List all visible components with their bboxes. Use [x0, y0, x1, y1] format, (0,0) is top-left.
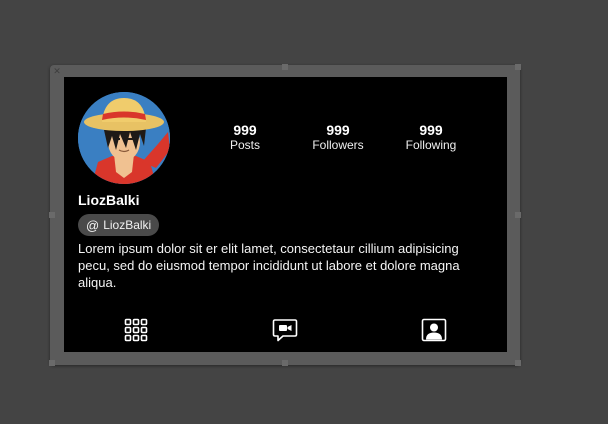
tagged-user-icon: [421, 318, 447, 342]
username: LiozBalki: [78, 192, 140, 208]
stat-followers[interactable]: 999 Followers: [293, 122, 383, 152]
avatar-illustration: [78, 92, 170, 184]
tab-videos[interactable]: [271, 317, 299, 343]
bio-text: Lorem ipsum dolor sit er elit lamet, con…: [78, 241, 460, 290]
stat-posts-label: Posts: [229, 138, 260, 152]
resize-handle-right[interactable]: [515, 212, 521, 218]
profile-screen: 999 Posts 999 Followers 999 Following Li…: [64, 77, 507, 352]
at-icon: @: [86, 217, 100, 233]
handle-text: LiozBalki: [103, 218, 152, 232]
stat-following-label: Following: [405, 138, 457, 152]
resize-handle-bottom-left[interactable]: [49, 360, 55, 366]
resize-handle-top-right[interactable]: [515, 64, 521, 70]
resize-handle-bottom[interactable]: [282, 360, 288, 366]
tab-tagged[interactable]: [420, 317, 448, 343]
stat-following-value: 999: [419, 122, 443, 138]
stat-followers-value: 999: [326, 122, 350, 138]
stat-posts-value: 999: [233, 122, 257, 138]
video-chat-icon: [272, 319, 298, 342]
grid-icon: [124, 318, 148, 342]
avatar[interactable]: [78, 92, 170, 184]
tab-grid[interactable]: [122, 317, 150, 343]
resize-handle-top[interactable]: [282, 64, 288, 70]
close-icon[interactable]: ✕: [53, 67, 61, 76]
stat-followers-label: Followers: [312, 138, 364, 152]
stat-posts[interactable]: 999 Posts: [200, 122, 290, 152]
resize-handle-bottom-right[interactable]: [515, 360, 521, 366]
handle-badge[interactable]: @ LiozBalki: [78, 214, 160, 236]
stat-following[interactable]: 999 Following: [386, 122, 476, 152]
resize-handle-left[interactable]: [49, 212, 55, 218]
